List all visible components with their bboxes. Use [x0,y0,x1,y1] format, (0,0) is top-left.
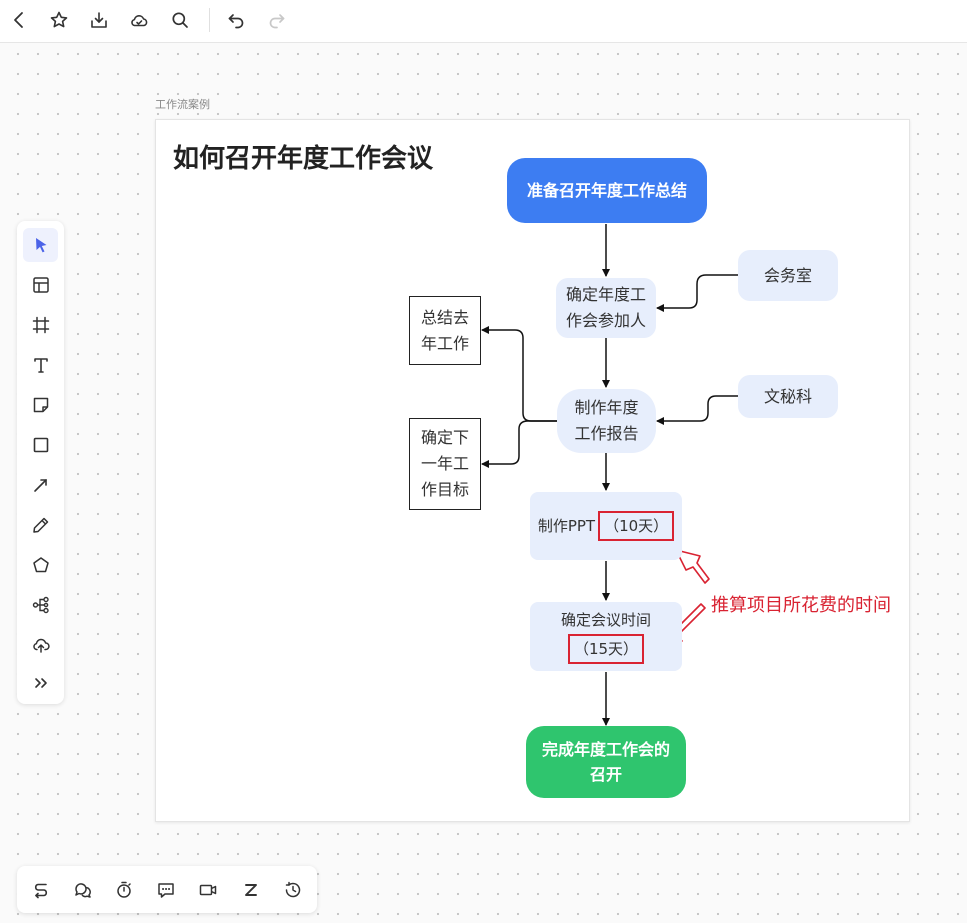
back-icon[interactable] [4,6,34,34]
end-node[interactable]: 完成年度工作会的 召开 [526,726,686,798]
sleep-icon[interactable] [235,874,267,906]
diagram-title[interactable]: 如何召开年度工作会议 [173,138,433,175]
timer-icon[interactable] [108,874,140,906]
frame-label[interactable]: 工作流案例 [155,96,210,112]
report-node[interactable]: 制作年度 工作报告 [557,389,656,453]
text-icon[interactable] [23,348,58,382]
ppt-label: 制作PPT [537,517,596,535]
select-icon[interactable] [23,228,58,262]
cloud-icon[interactable] [124,6,154,34]
video-icon[interactable] [192,874,224,906]
time-estimate-annotation[interactable]: 推算项目所花费的时间 [711,591,891,617]
rectangle-icon[interactable] [23,428,58,462]
star-icon[interactable] [44,6,74,34]
meeting-time-node[interactable]: 确定会议时间 （15天） [530,602,682,671]
ppt-node[interactable]: 制作PPT （10天） [530,492,682,560]
download-icon[interactable] [84,6,114,34]
sticky-note-icon[interactable] [23,388,58,422]
mindmap-icon[interactable] [23,588,58,622]
template-icon[interactable] [23,268,58,302]
meeting-office-node[interactable]: 会务室 [738,250,838,301]
pen-icon[interactable] [23,508,58,542]
meeting-time-duration-highlight: （15天） [567,634,645,664]
line-icon[interactable] [23,468,58,502]
flow-icon[interactable] [25,874,57,906]
meeting-time-label: 确定会议时间 [560,611,651,629]
bottom-toolbar [17,866,317,913]
search-icon[interactable] [165,6,195,34]
left-toolbar [17,221,64,704]
secretary-node[interactable]: 文秘科 [738,375,838,418]
history-icon[interactable] [277,874,309,906]
polygon-icon[interactable] [23,548,58,582]
top-toolbar [0,0,967,43]
start-node[interactable]: 准备召开年度工作总结 [507,158,707,223]
workflow-frame[interactable] [155,119,910,822]
undo-icon[interactable] [221,6,251,34]
upload-icon[interactable] [23,628,58,662]
comments-icon[interactable] [67,874,99,906]
summary-last-year-node[interactable]: 总结去 年工作 [409,296,481,365]
ppt-duration-highlight: （10天） [598,511,675,541]
participants-node[interactable]: 确定年度工 作会参加人 [556,278,656,338]
frame-icon[interactable] [23,308,58,342]
more-icon[interactable] [23,666,58,700]
redo-icon[interactable] [262,6,292,34]
chat-icon[interactable] [150,874,182,906]
toolbar-divider [209,8,210,32]
next-year-goals-node[interactable]: 确定下 一年工 作目标 [409,418,481,510]
